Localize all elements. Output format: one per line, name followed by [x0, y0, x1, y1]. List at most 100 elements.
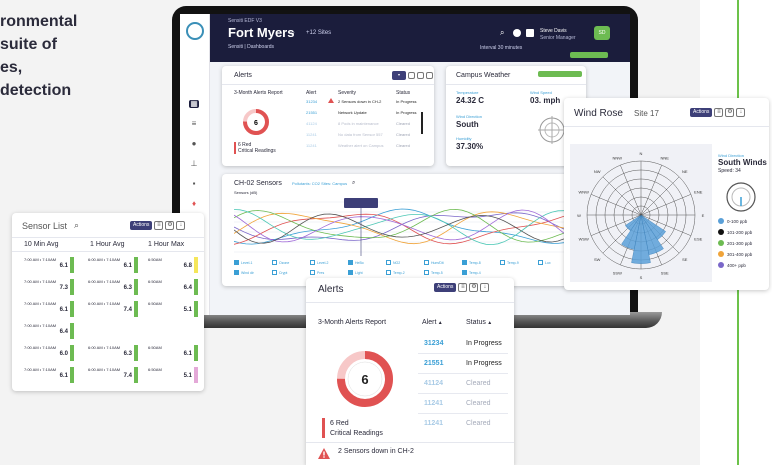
sensor-list-cell[interactable]: 6:00 AM • 7:10AM 6.3 — [88, 345, 138, 361]
sensor-list-cell[interactable]: 7:00 AM • 7:10AM 6.1 — [24, 301, 74, 317]
alert-id[interactable]: 11241 — [424, 400, 443, 407]
location-icon[interactable]: ● — [189, 140, 199, 148]
notification-icon[interactable] — [513, 29, 521, 37]
legend-item[interactable]: HeBo — [348, 260, 364, 265]
list-icon[interactable]: ≡ — [154, 221, 164, 230]
checkbox[interactable] — [234, 270, 239, 275]
settings-icon[interactable]: ⚙ — [165, 221, 175, 230]
settings-icon[interactable] — [417, 72, 424, 79]
alert-id[interactable]: 31234 — [424, 340, 443, 347]
checkbox[interactable] — [462, 260, 467, 265]
legend-item[interactable]: Pres — [310, 270, 324, 275]
legend-item[interactable]: Crypt — [272, 270, 287, 275]
download-icon[interactable]: ↓ — [480, 283, 490, 292]
alert-id[interactable]: 21551 — [424, 360, 443, 367]
checkbox[interactable] — [234, 260, 239, 265]
search-icon[interactable]: ⌕ — [500, 29, 508, 37]
legend-item[interactable]: Temp-9 — [500, 260, 519, 265]
actions-button[interactable]: Actions — [690, 108, 713, 117]
weather-actions[interactable] — [538, 71, 582, 77]
settings-icon[interactable]: ⚙ — [469, 283, 479, 292]
legend-item[interactable]: Wind dir — [234, 270, 254, 275]
legend-item[interactable]: Ozone — [272, 260, 289, 265]
legend-item[interactable]: Lux — [538, 260, 551, 265]
search-icon[interactable]: ⌕ — [74, 220, 79, 231]
list-icon[interactable]: ≡ — [189, 120, 199, 128]
legend-item[interactable]: Light — [348, 270, 363, 275]
list-icon[interactable] — [408, 72, 415, 79]
actions-button[interactable]: ▾ — [392, 71, 406, 80]
sites-selector[interactable]: +12 Sites — [306, 30, 331, 36]
avatar[interactable]: SD — [594, 26, 610, 40]
alert-id[interactable]: 11241 — [424, 420, 443, 427]
sensor-list-cell[interactable]: 7:00 AM • 7:10AM 6.1 — [24, 367, 74, 383]
sensor-list-cell[interactable]: 6:50AM 6.8 — [148, 257, 198, 273]
checkbox[interactable] — [348, 270, 353, 275]
search-icon[interactable]: ⌕ — [352, 180, 355, 187]
legend-item[interactable]: Level-2 — [310, 260, 328, 265]
alert-id[interactable]: 41124 — [306, 121, 317, 126]
sensor-list-cell[interactable]: 6:00 AM • 7:10AM 7.4 — [88, 367, 138, 383]
sensor-list-cell[interactable]: 6:00 AM • 7:10AM 6.3 — [88, 279, 138, 295]
device-icon[interactable]: ▪ — [189, 180, 199, 188]
alert-id[interactable]: 11241 — [306, 143, 317, 148]
bell-icon[interactable]: ♦ — [189, 200, 199, 208]
dashboard-icon[interactable]: ▦ — [189, 100, 199, 108]
checkbox[interactable] — [272, 260, 277, 265]
settings-icon[interactable]: ⚙ — [725, 108, 735, 117]
sensor-list-cell[interactable]: 6:00 AM • 7:10AM 6.1 — [88, 257, 138, 273]
city-title[interactable]: Fort Myers — [228, 25, 294, 40]
list-icon[interactable]: ≡ — [714, 108, 724, 117]
col-10min[interactable]: 10 Min Avg — [24, 241, 59, 248]
legend-item[interactable]: Temp-2 — [386, 270, 405, 275]
sensor-list-cell[interactable]: 6:50AM 6.1 — [148, 345, 198, 361]
sensor-list-cell[interactable]: 6:00 AM • 7:10AM 7.4 — [88, 301, 138, 317]
alert-id[interactable]: 31234 — [306, 99, 317, 104]
alert-id[interactable]: 41124 — [424, 380, 443, 387]
legend-item[interactable]: Temp-4 — [462, 270, 481, 275]
checkbox[interactable] — [272, 270, 277, 275]
alert-id[interactable]: 21551 — [306, 110, 317, 115]
legend-item[interactable]: Temp-5 — [424, 270, 443, 275]
user-info[interactable]: Steve Davis Senior Manager — [540, 28, 576, 42]
actions-button[interactable]: Actions — [434, 283, 457, 292]
sensor-list-cell[interactable]: 6:50AM 5.1 — [148, 367, 198, 383]
checkbox[interactable] — [538, 260, 543, 265]
chevron-down-icon[interactable]: ⌄ — [290, 28, 296, 36]
checkbox[interactable] — [310, 270, 315, 275]
col-1hour[interactable]: 1 Hour Avg — [90, 241, 125, 248]
sensor-list-cell[interactable]: 7:00 AM • 7:10AM 7.3 — [24, 279, 74, 295]
col-alert[interactable]: Alert ▲ — [422, 319, 443, 326]
actions-button[interactable]: Actions — [130, 221, 153, 230]
download-icon[interactable]: ↓ — [736, 108, 746, 117]
col-status[interactable]: Status ▲ — [466, 319, 492, 326]
legend-item[interactable]: Hum/Dit — [424, 260, 444, 265]
alert-id[interactable]: 11241 — [306, 132, 317, 137]
sensor-list-cell[interactable]: 6:50AM 5.1 — [148, 301, 198, 317]
sensor-list-cell[interactable]: 7:00 AM • 7:10AM 6.1 — [24, 257, 74, 273]
col-alert[interactable]: Alert — [306, 90, 316, 96]
col-status[interactable]: Status — [396, 90, 410, 96]
checkbox[interactable] — [424, 270, 429, 275]
checkbox[interactable] — [424, 260, 429, 265]
sensors-filters[interactable]: Pollutants: CO2 Sites: Campus — [292, 181, 347, 186]
legend-item[interactable]: Temp-8 — [462, 260, 481, 265]
sensor-list-cell[interactable]: 6:50AM 6.4 — [148, 279, 198, 295]
tree-icon[interactable]: ⊥ — [189, 160, 199, 168]
breadcrumb[interactable]: Sensiti | Dashboards — [228, 44, 274, 50]
col-1hour-max[interactable]: 1 Hour Max — [148, 241, 184, 248]
list-icon[interactable]: ≡ — [458, 283, 468, 292]
sensor-list-cell[interactable]: 7:00 AM • 7:10AM 6.4 — [24, 323, 74, 339]
checkbox[interactable] — [348, 260, 353, 265]
checkbox[interactable] — [500, 260, 505, 265]
checkbox[interactable] — [310, 260, 315, 265]
checkbox[interactable] — [386, 270, 391, 275]
checkbox[interactable] — [386, 260, 391, 265]
legend-item[interactable]: Level-1 — [234, 260, 252, 265]
download-icon[interactable] — [426, 72, 433, 79]
sensor-list-cell[interactable]: 7:00 AM • 7:10AM 6.0 — [24, 345, 74, 361]
legend-item[interactable]: NO2 — [386, 260, 400, 265]
checkbox[interactable] — [462, 270, 467, 275]
message-icon[interactable] — [526, 29, 534, 37]
scrollbar[interactable] — [421, 112, 423, 134]
